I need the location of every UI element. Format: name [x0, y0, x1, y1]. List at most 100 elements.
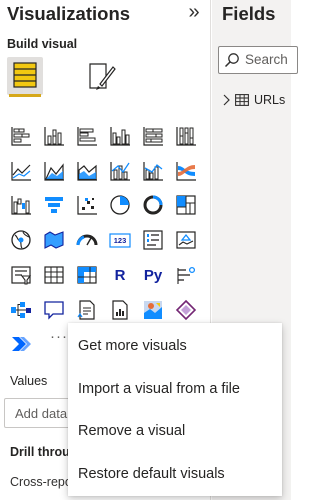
- ribbon-chart-icon: [176, 161, 196, 181]
- menu-item-get-more-visuals[interactable]: Get more visuals: [68, 325, 282, 367]
- kpi-icon: [176, 231, 196, 249]
- visual-type-100-stacked-bar-chart-button[interactable]: [138, 121, 168, 151]
- visual-type-power-automate-button[interactable]: [6, 329, 36, 359]
- visual-type-paginated-report-button[interactable]: [105, 295, 135, 325]
- multi-row-card-icon: [143, 230, 163, 250]
- visual-type-gauge-button[interactable]: [72, 225, 102, 255]
- visual-type-key-influencers-button[interactable]: [171, 260, 201, 290]
- map-icon: [11, 230, 31, 250]
- visual-type-pie-chart-button[interactable]: [105, 190, 135, 220]
- power-automate-icon: [12, 337, 31, 352]
- visual-type-stacked-area-chart-button[interactable]: [72, 156, 102, 186]
- visual-type-matrix-button[interactable]: [72, 260, 102, 290]
- visual-type-card-button[interactable]: 123: [105, 225, 135, 255]
- search-icon: [224, 53, 239, 68]
- gauge-icon: [76, 234, 98, 246]
- search-placeholder: Search: [245, 52, 288, 67]
- power-apps-icon: [175, 299, 197, 320]
- visual-type-area-chart-button[interactable]: [39, 156, 69, 186]
- visual-type-100-stacked-column-chart-button[interactable]: [171, 121, 201, 151]
- menu-item-remove-a-visual[interactable]: Remove a visual: [68, 410, 282, 452]
- visual-type-stacked-bar-chart-button[interactable]: [6, 121, 36, 151]
- collapse-pane-button[interactable]: »: [182, 1, 206, 25]
- smart-narrative-icon: [77, 299, 95, 320]
- visual-type-clustered-column-chart-button[interactable]: [105, 121, 135, 151]
- build-visual-label: Build visual: [7, 37, 78, 51]
- fields-search-input[interactable]: Search: [218, 46, 298, 74]
- field-table-label: URLs: [254, 93, 286, 107]
- clustered-column-chart-icon: [110, 127, 130, 146]
- stacked-bar-chart-icon: [11, 127, 31, 146]
- visual-type-multi-row-card-button[interactable]: [138, 225, 168, 255]
- visual-type-line-and-clustered-column-chart-button[interactable]: [138, 156, 168, 186]
- format-visual-button[interactable]: [84, 57, 120, 95]
- visuals-context-menu: Get more visuals Import a visual from a f…: [68, 323, 282, 496]
- stacked-area-chart-icon: [77, 161, 97, 181]
- field-table-urls[interactable]: URLs: [222, 91, 285, 109]
- table-icon: [44, 266, 64, 284]
- visual-type-ribbon-chart-button[interactable]: [171, 156, 201, 186]
- visual-type-table-button[interactable]: [39, 260, 69, 290]
- svg-text:Py: Py: [144, 267, 163, 284]
- build-visual-selected-indicator: [9, 94, 41, 97]
- python-visual-icon: Py: [144, 267, 163, 284]
- visual-type-waterfall-chart-button[interactable]: [6, 190, 36, 220]
- menu-item-restore-default-visuals[interactable]: Restore default visuals: [68, 453, 282, 495]
- pie-chart-icon: [110, 195, 130, 216]
- funnel-chart-icon: [45, 197, 63, 214]
- decomposition-tree-icon: [11, 301, 31, 318]
- stacked-column-chart-icon: [44, 127, 64, 146]
- waterfall-chart-icon: [11, 196, 31, 215]
- visual-type-map-button[interactable]: [6, 225, 36, 255]
- paginated-report-icon: [112, 299, 128, 320]
- r-script-visual-icon: R: [115, 267, 126, 284]
- table-icon: [235, 94, 249, 106]
- visual-type-clustered-bar-chart-button[interactable]: [72, 121, 102, 151]
- visual-type-scatter-chart-button[interactable]: [72, 190, 102, 220]
- matrix-icon: [77, 266, 97, 284]
- visual-type-arcgis-map-button[interactable]: [138, 295, 168, 325]
- ellipsis-icon: ···: [50, 328, 68, 345]
- visual-type-filled-map-button[interactable]: [39, 225, 69, 255]
- 100-stacked-bar-chart-icon: [143, 127, 163, 146]
- chevron-right-icon: [223, 94, 230, 106]
- donut-chart-icon: [143, 195, 163, 215]
- key-influencers-icon: [177, 266, 196, 284]
- format-visual-paintbrush-icon: [89, 63, 116, 90]
- 100-stacked-column-chart-icon: [176, 127, 196, 146]
- filled-map-icon: [44, 231, 64, 249]
- fields-title: Fields: [222, 3, 276, 24]
- visual-type-python-visual-button[interactable]: Py: [138, 260, 168, 290]
- values-well-label: Values: [10, 374, 48, 388]
- visual-type-smart-narrative-button[interactable]: [72, 295, 102, 325]
- qa-icon: [44, 300, 64, 320]
- double-chevron-right-icon: »: [188, 1, 200, 23]
- svg-text:R: R: [115, 267, 126, 284]
- visual-type-kpi-button[interactable]: [171, 225, 201, 255]
- scatter-chart-icon: [77, 196, 97, 215]
- visual-type-stacked-column-chart-button[interactable]: [39, 121, 69, 151]
- build-visual-button[interactable]: [7, 57, 43, 95]
- treemap-icon: [176, 195, 196, 215]
- clustered-bar-chart-icon: [77, 127, 97, 146]
- area-chart-icon: [44, 161, 64, 181]
- card-icon: 123: [109, 233, 131, 248]
- line-and-clustered-column-chart-icon: [143, 161, 163, 181]
- visual-type-line-and-stacked-column-chart-button[interactable]: [105, 156, 135, 186]
- visual-type-r-script-visual-button[interactable]: R: [105, 260, 135, 290]
- visualizations-title: Visualizations: [7, 3, 131, 24]
- visual-type-power-apps-button[interactable]: [171, 295, 201, 325]
- slicer-icon: [11, 266, 32, 285]
- svg-text:123: 123: [114, 236, 127, 245]
- visual-type-funnel-chart-button[interactable]: [39, 190, 69, 220]
- visual-type-donut-chart-button[interactable]: [138, 190, 168, 220]
- line-and-stacked-column-chart-icon: [110, 161, 130, 181]
- arcgis-map-icon: [144, 300, 162, 319]
- visual-type-decomposition-tree-button[interactable]: [6, 295, 36, 325]
- visual-type-qa-button[interactable]: [39, 295, 69, 325]
- visual-type-treemap-button[interactable]: [171, 190, 201, 220]
- build-visual-icon: [13, 62, 37, 88]
- visual-type-line-chart-button[interactable]: [6, 156, 36, 186]
- visual-type-slicer-button[interactable]: [6, 260, 36, 290]
- menu-item-import-a-visual-from-a-file[interactable]: Import a visual from a file: [68, 368, 282, 410]
